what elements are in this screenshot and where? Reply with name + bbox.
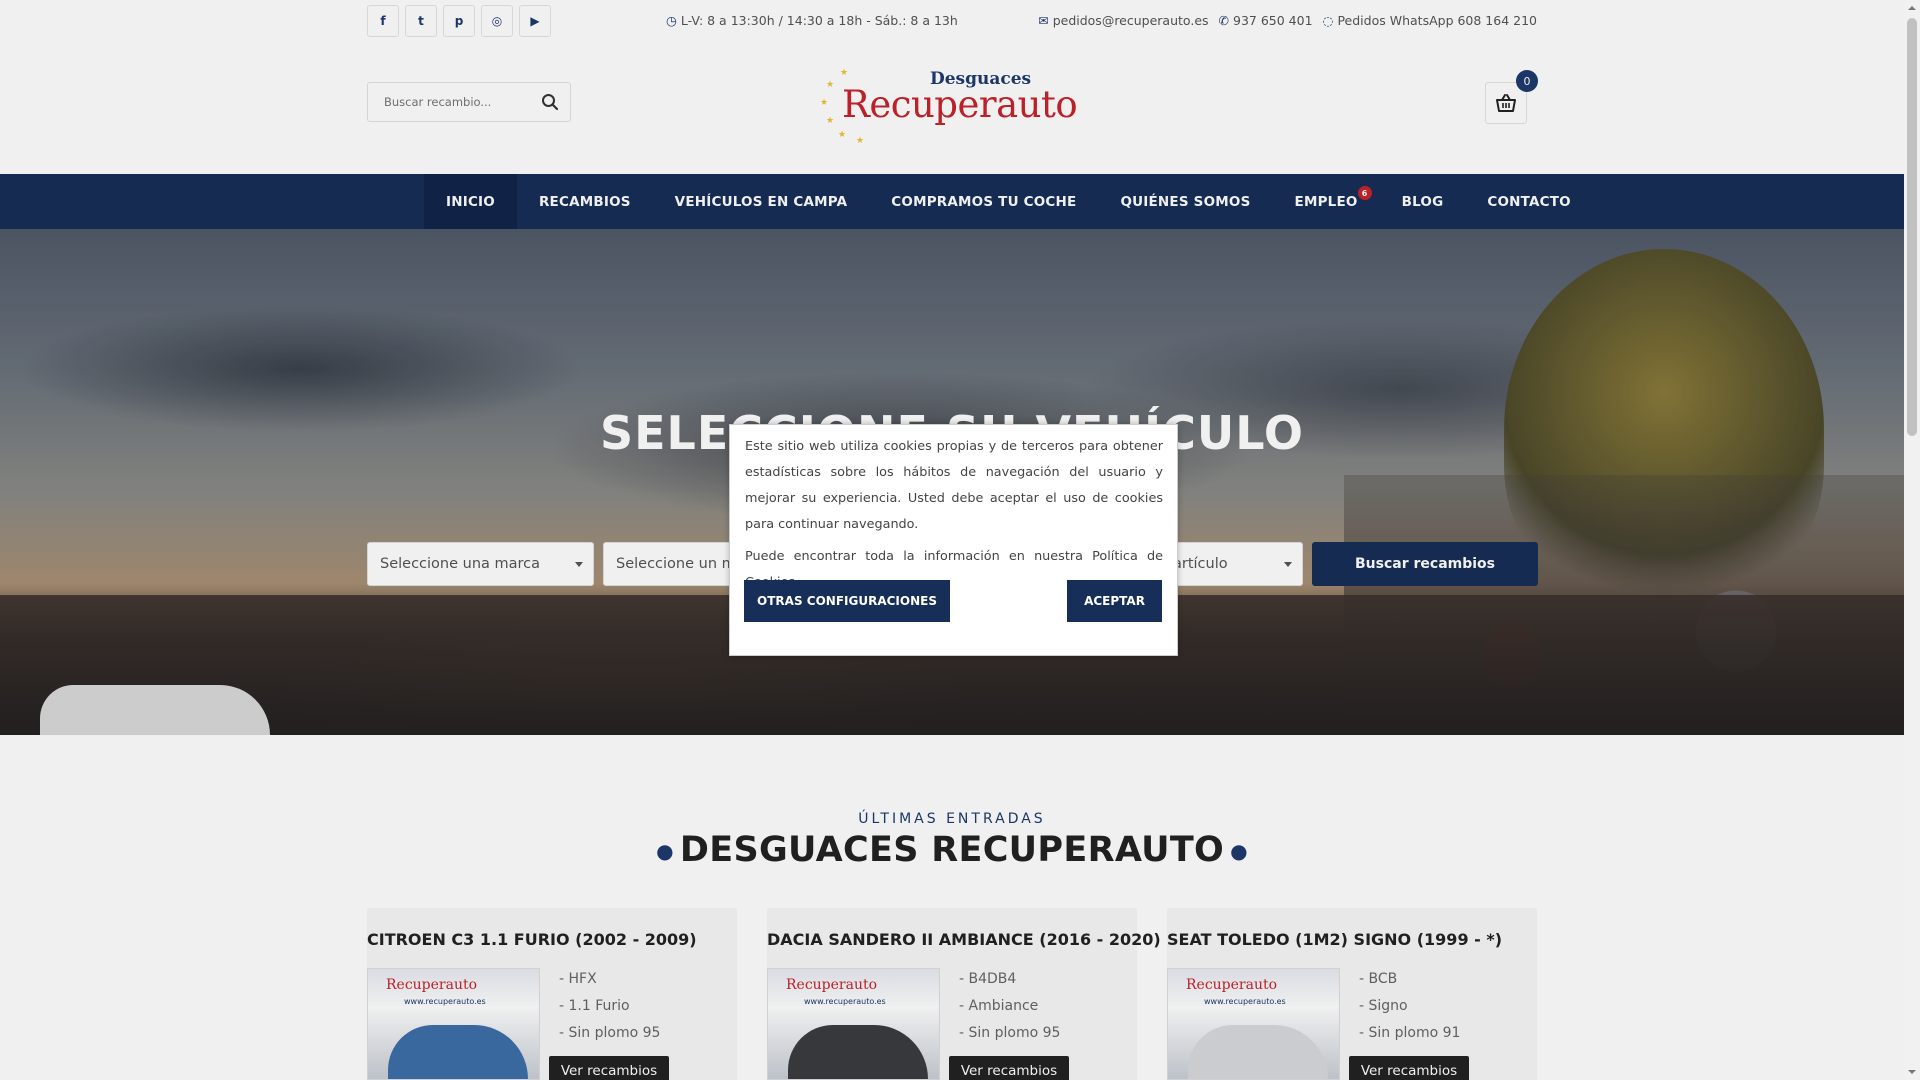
vehicle-card: SEAT TOLEDO (1M2) SIGNO (1999 - *) Recup… [1167,908,1537,1080]
pinterest-icon[interactable]: p [443,5,475,37]
other-settings-button[interactable]: OTRAS CONFIGURACIONES [744,580,950,622]
vehicle-specs: - BCB - Signo - Sin plomo 91 [1359,971,1461,1041]
section-heading: ● DESGUACES RECUPERAUTO ● [656,830,1248,870]
top-bar: f t p ◎ ▶ ◷ L-V: 8 a 13:30h / 14:30 a 18… [0,0,1904,44]
vehicle-card: DACIA SANDERO II AMBIANCE (2016 - 2020) … [767,908,1161,1080]
nav-item-empleo[interactable]: EMPLEO 6 [1273,174,1380,229]
hero-car [40,685,270,735]
view-parts-button[interactable]: Ver recambios [1349,1056,1469,1080]
search-input[interactable] [368,83,528,121]
cart-count-badge: 0 [1516,70,1538,92]
nav-item-vehiculos-en-campa[interactable]: VEHÍCULOS EN CAMPA [653,174,870,229]
phone-icon: ✆ [1218,13,1230,28]
view-parts-button[interactable]: Ver recambios [949,1056,1069,1080]
opening-hours: ◷ L-V: 8 a 13:30h / 14:30 a 18h - Sáb.: … [666,13,958,28]
nav-item-blog[interactable]: BLOG [1380,174,1466,229]
empleo-count-badge: 6 [1357,186,1372,200]
logo-star-icon: ★ [826,80,835,90]
phone-link[interactable]: ✆ 937 650 401 [1219,13,1313,28]
scroll-down-icon[interactable] [1904,1064,1920,1080]
vehicle-specs: - B4DB4 - Ambiance - Sin plomo 95 [959,971,1061,1041]
search-icon[interactable] [540,92,560,112]
article-select[interactable]: artículo [1160,542,1303,586]
vehicle-image[interactable]: Recuperauto www.recuperauto.es [767,968,940,1080]
view-parts-button[interactable]: Ver recambios [549,1056,669,1080]
logo-star-icon: ★ [820,98,829,108]
main-navigation: INICIO RECAMBIOS VEHÍCULOS EN CAMPA COMP… [0,174,1904,229]
vehicle-photo [388,1025,528,1079]
facebook-icon[interactable]: f [367,5,399,37]
caret-down-icon [1284,562,1292,567]
logo-star-icon: ★ [856,136,865,146]
vehicle-specs: - HFX - 1.1 Furio - Sin plomo 95 [559,971,661,1041]
section-subheading: ÚLTIMAS ENTRADAS [858,811,1046,827]
nav-item-recambios[interactable]: RECAMBIOS [517,174,653,229]
vehicle-title[interactable]: SEAT TOLEDO (1M2) SIGNO (1999 - *) [1167,930,1502,949]
hours-text: L-V: 8 a 13:30h / 14:30 a 18h - Sáb.: 8 … [680,13,958,28]
logo-star-icon: ★ [838,130,847,140]
clock-icon: ◷ [666,13,681,28]
scroll-up-icon[interactable] [1904,0,1920,16]
page-scrollbar[interactable] [1904,0,1920,1080]
whatsapp-icon: ◌ [1322,13,1334,28]
bullet-icon: ● [656,839,674,863]
brand-select[interactable]: Seleccione una marca [367,542,594,586]
vehicle-title[interactable]: DACIA SANDERO II AMBIANCE (2016 - 2020) [767,930,1161,949]
site-logo[interactable]: Desguaces Recuperauto ★ ★ ★ ★ ★ ★ [816,66,1078,146]
scrollbar-thumb[interactable] [1907,18,1917,436]
caret-down-icon [575,562,583,567]
nav-item-inicio[interactable]: INICIO [424,174,517,229]
accept-cookies-button[interactable]: ACEPTAR [1067,580,1162,622]
vehicle-image[interactable]: Recuperauto www.recuperauto.es [1167,968,1340,1080]
vehicle-image[interactable]: Recuperauto www.recuperauto.es [367,968,540,1080]
nav-item-compramos-tu-coche[interactable]: COMPRAMOS TU COCHE [869,174,1098,229]
logo-star-icon: ★ [840,68,849,78]
instagram-icon[interactable]: ◎ [481,5,513,37]
search-form [367,82,571,122]
vehicle-photo [1188,1025,1328,1079]
nav-item-quienes-somos[interactable]: QUIÉNES SOMOS [1098,174,1272,229]
basket-icon [1496,94,1516,112]
whatsapp-link[interactable]: ◌ Pedidos WhatsApp 608 164 210 [1323,13,1537,28]
logo-star-icon: ★ [826,116,835,126]
social-links: f t p ◎ ▶ [367,5,551,37]
email-link[interactable]: ✉ pedidos@recuperauto.es [1038,13,1208,28]
twitter-icon[interactable]: t [405,5,437,37]
vehicle-photo [788,1025,928,1079]
search-parts-button[interactable]: Buscar recambios [1312,542,1538,586]
envelope-icon: ✉ [1038,13,1049,28]
contact-info: ✉ pedidos@recuperauto.es ✆ 937 650 401 ◌ Pe… [1038,13,1537,28]
cookie-consent-dialog: Este sitio web utiliza cookies propias y… [729,424,1178,656]
vehicle-card: CITROEN C3 1.1 FURIO (2002 - 2009) Recup… [367,908,737,1080]
vehicle-title[interactable]: CITROEN C3 1.1 FURIO (2002 - 2009) [367,930,697,949]
bullet-icon: ● [1230,839,1248,863]
nav-item-contacto[interactable]: CONTACTO [1465,174,1592,229]
youtube-icon[interactable]: ▶ [519,5,551,37]
cookie-text: Este sitio web utiliza cookies propias y… [745,439,1163,532]
logo-main-text: Recuperauto [842,83,1078,126]
